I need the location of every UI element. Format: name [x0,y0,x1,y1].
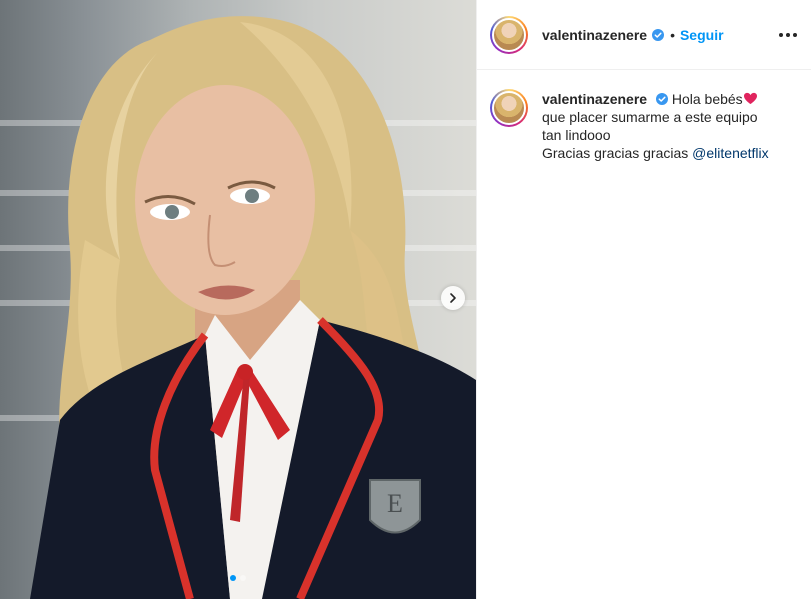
separator-dot: • [670,26,675,43]
caption-thanks: Gracias gracias gracias [542,145,689,161]
more-options-icon[interactable] [779,27,797,43]
caption-avatar[interactable] [490,89,528,127]
chevron-right-icon [450,293,456,303]
caption-username[interactable]: valentinazenere [542,91,647,107]
heart-emoji [743,91,758,105]
verified-badge-icon [655,93,668,105]
mention-link[interactable]: @elitenetflix [692,145,768,161]
author-avatar[interactable] [490,15,528,54]
caption-text-line4: Gracias gracias gracias @elitenetflix [542,144,769,162]
carousel-dot-active [230,575,236,581]
caption-body: valentinazenere Hola bebés que placer su… [542,89,769,162]
author-username[interactable]: valentinazenere [542,27,647,43]
follow-button[interactable]: Seguir [680,27,724,43]
carousel-dot [240,575,246,581]
verified-badge-icon [652,28,665,41]
post-caption: valentinazenere Hola bebés que placer su… [477,70,811,162]
caption-first-line: valentinazenere Hola bebés [542,90,769,108]
caption-text-line1: Hola bebés [671,91,743,107]
post-side-panel: valentinazenere • Seguir valentinazenere [476,0,811,599]
svg-text:E: E [387,489,403,518]
post-header: valentinazenere • Seguir [477,0,811,70]
carousel-indicator [0,575,476,581]
post-photo: E [30,16,476,599]
next-slide-button[interactable] [441,286,465,310]
caption-text-line2: que placer sumarme a este equipo [542,109,758,125]
post-media: E [0,0,476,599]
caption-text-line3: tan lindooo [542,127,611,143]
